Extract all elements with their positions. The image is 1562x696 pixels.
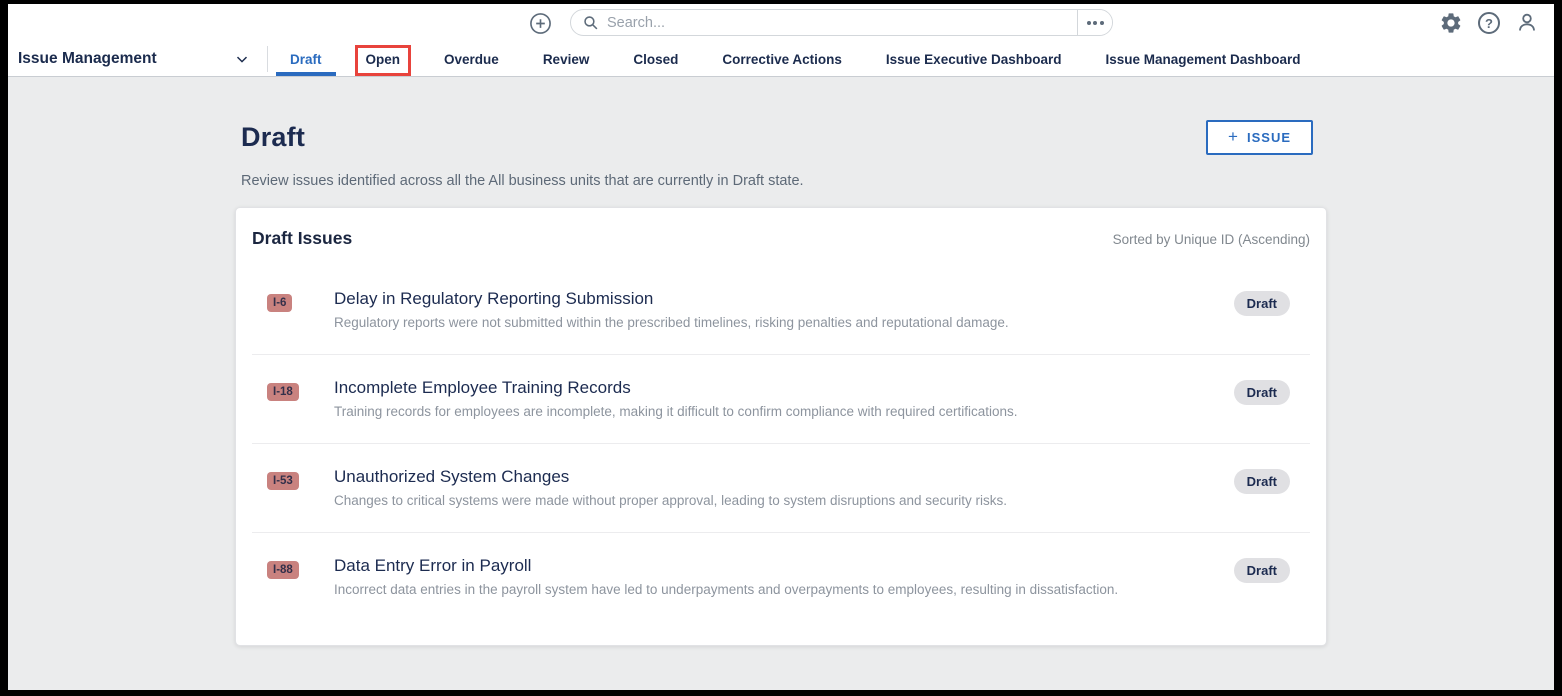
top-bar: ? <box>8 4 1554 42</box>
chevron-down-icon <box>233 50 251 68</box>
tab-issue-executive-dashboard[interactable]: Issue Executive Dashboard <box>864 42 1084 76</box>
issue-description: Training records for employees are incom… <box>334 404 1234 419</box>
help-icon[interactable]: ? <box>1478 12 1500 34</box>
status-badge: Draft <box>1234 380 1290 405</box>
card-title: Draft Issues <box>252 228 352 249</box>
tab-overdue[interactable]: Overdue <box>422 42 521 76</box>
issue-row: I-6 Delay in Regulatory Reporting Submis… <box>252 266 1310 355</box>
main-content: Draft + ISSUE Review issues identified a… <box>8 77 1554 690</box>
issue-title-link[interactable]: Incomplete Employee Training Records <box>334 378 1234 398</box>
add-new-icon[interactable] <box>529 12 552 35</box>
plus-icon: + <box>1228 127 1239 147</box>
gear-icon[interactable] <box>1439 11 1463 35</box>
sort-order-label: Sorted by Unique ID (Ascending) <box>1113 232 1310 247</box>
tab-open[interactable]: Open <box>344 42 423 76</box>
ellipsis-icon <box>1087 21 1091 25</box>
app-switcher-dropdown[interactable]: Issue Management <box>8 42 267 76</box>
tab-issue-management-dashboard[interactable]: Issue Management Dashboard <box>1083 42 1322 76</box>
nav-tabs: Draft Open Overdue Review Closed Correct… <box>268 42 1323 76</box>
search-options-button[interactable] <box>1077 10 1112 35</box>
issue-title-link[interactable]: Unauthorized System Changes <box>334 467 1234 487</box>
search-input[interactable] <box>607 10 1077 35</box>
global-search <box>570 9 1113 36</box>
app-title: Issue Management <box>18 50 157 68</box>
issue-list: I-6 Delay in Regulatory Reporting Submis… <box>252 266 1310 622</box>
page-title: Draft <box>241 122 305 153</box>
issue-row: I-18 Incomplete Employee Training Record… <box>252 355 1310 444</box>
issue-title-link[interactable]: Delay in Regulatory Reporting Submission <box>334 289 1234 309</box>
issue-row: I-88 Data Entry Error in Payroll Incorre… <box>252 533 1310 622</box>
status-badge: Draft <box>1234 469 1290 494</box>
user-icon[interactable] <box>1515 11 1539 35</box>
status-badge: Draft <box>1234 291 1290 316</box>
search-icon <box>582 14 599 31</box>
tab-corrective-actions[interactable]: Corrective Actions <box>700 42 864 76</box>
tab-review[interactable]: Review <box>521 42 612 76</box>
issue-title-link[interactable]: Data Entry Error in Payroll <box>334 556 1234 576</box>
topbar-actions: ? <box>1439 4 1539 42</box>
nav-bar: Issue Management Draft Open Overdue Revi… <box>8 42 1554 77</box>
issue-id-badge: I-18 <box>267 383 299 401</box>
issue-description: Changes to critical systems were made wi… <box>334 493 1234 508</box>
issue-id-badge: I-6 <box>267 294 292 312</box>
tab-closed[interactable]: Closed <box>611 42 700 76</box>
issue-id-badge: I-88 <box>267 561 299 579</box>
add-issue-button-label: ISSUE <box>1247 130 1291 145</box>
tab-draft[interactable]: Draft <box>268 42 344 76</box>
add-issue-button[interactable]: + ISSUE <box>1206 120 1313 155</box>
issue-description: Regulatory reports were not submitted wi… <box>334 315 1234 330</box>
draft-issues-card: Draft Issues Sorted by Unique ID (Ascend… <box>235 207 1327 646</box>
issue-row: I-53 Unauthorized System Changes Changes… <box>252 444 1310 533</box>
page-subtitle: Review issues identified across all the … <box>235 173 1327 189</box>
issue-description: Incorrect data entries in the payroll sy… <box>334 582 1234 597</box>
status-badge: Draft <box>1234 558 1290 583</box>
issue-id-badge: I-53 <box>267 472 299 490</box>
